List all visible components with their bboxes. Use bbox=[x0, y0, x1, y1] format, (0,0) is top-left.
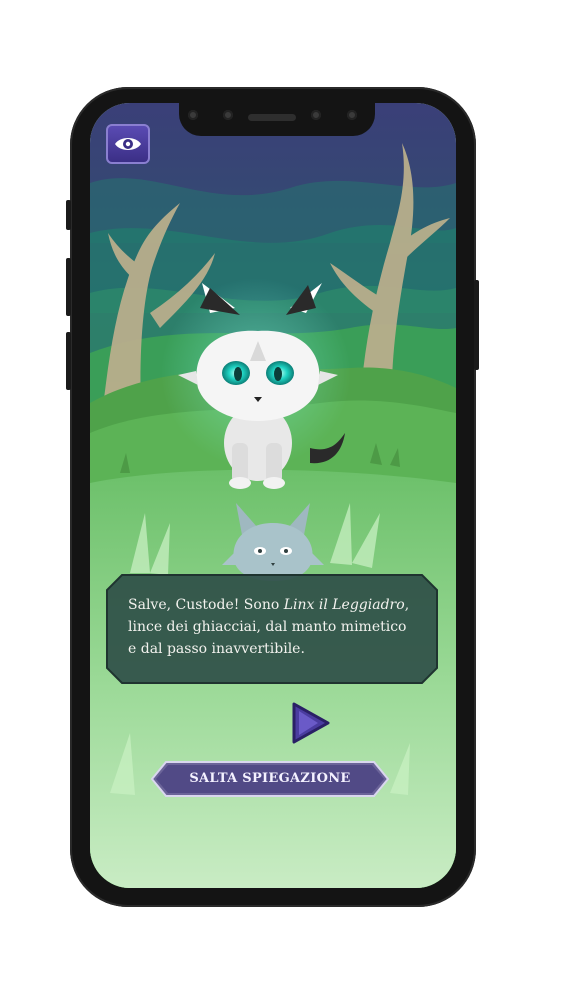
phone-power-button bbox=[474, 280, 479, 370]
dialog-line-1: Salve, Custode! Sono Linx il Leggiadro, bbox=[128, 594, 418, 616]
phone-volume-down bbox=[66, 332, 71, 390]
front-camera-right bbox=[311, 110, 321, 120]
front-camera-center bbox=[223, 110, 233, 120]
next-dialog-button[interactable] bbox=[290, 702, 330, 744]
eye-icon bbox=[115, 138, 141, 150]
sensor-dot bbox=[347, 110, 357, 120]
dialog-line-1-end: , bbox=[404, 597, 410, 613]
character-name: Linx il Leggiadro bbox=[283, 597, 405, 613]
dialog-line-1-start: Salve, Custode! Sono bbox=[128, 597, 284, 613]
skip-button-label: SALTA SPIEGAZIONE bbox=[189, 771, 351, 786]
front-camera-left bbox=[188, 110, 198, 120]
dialog-text: Salve, Custode! Sono Linx il Leggiadro, … bbox=[128, 594, 418, 660]
phone-volume-up bbox=[66, 258, 71, 316]
dialog-line-3: e dal passo inavvertibile. bbox=[128, 641, 305, 657]
phone-side-button bbox=[66, 200, 71, 230]
earpiece-speaker bbox=[248, 114, 296, 121]
eye-toggle-button[interactable] bbox=[106, 124, 150, 164]
dialog-line-2: lince dei ghiacciai, dal manto mimetico bbox=[128, 619, 407, 635]
